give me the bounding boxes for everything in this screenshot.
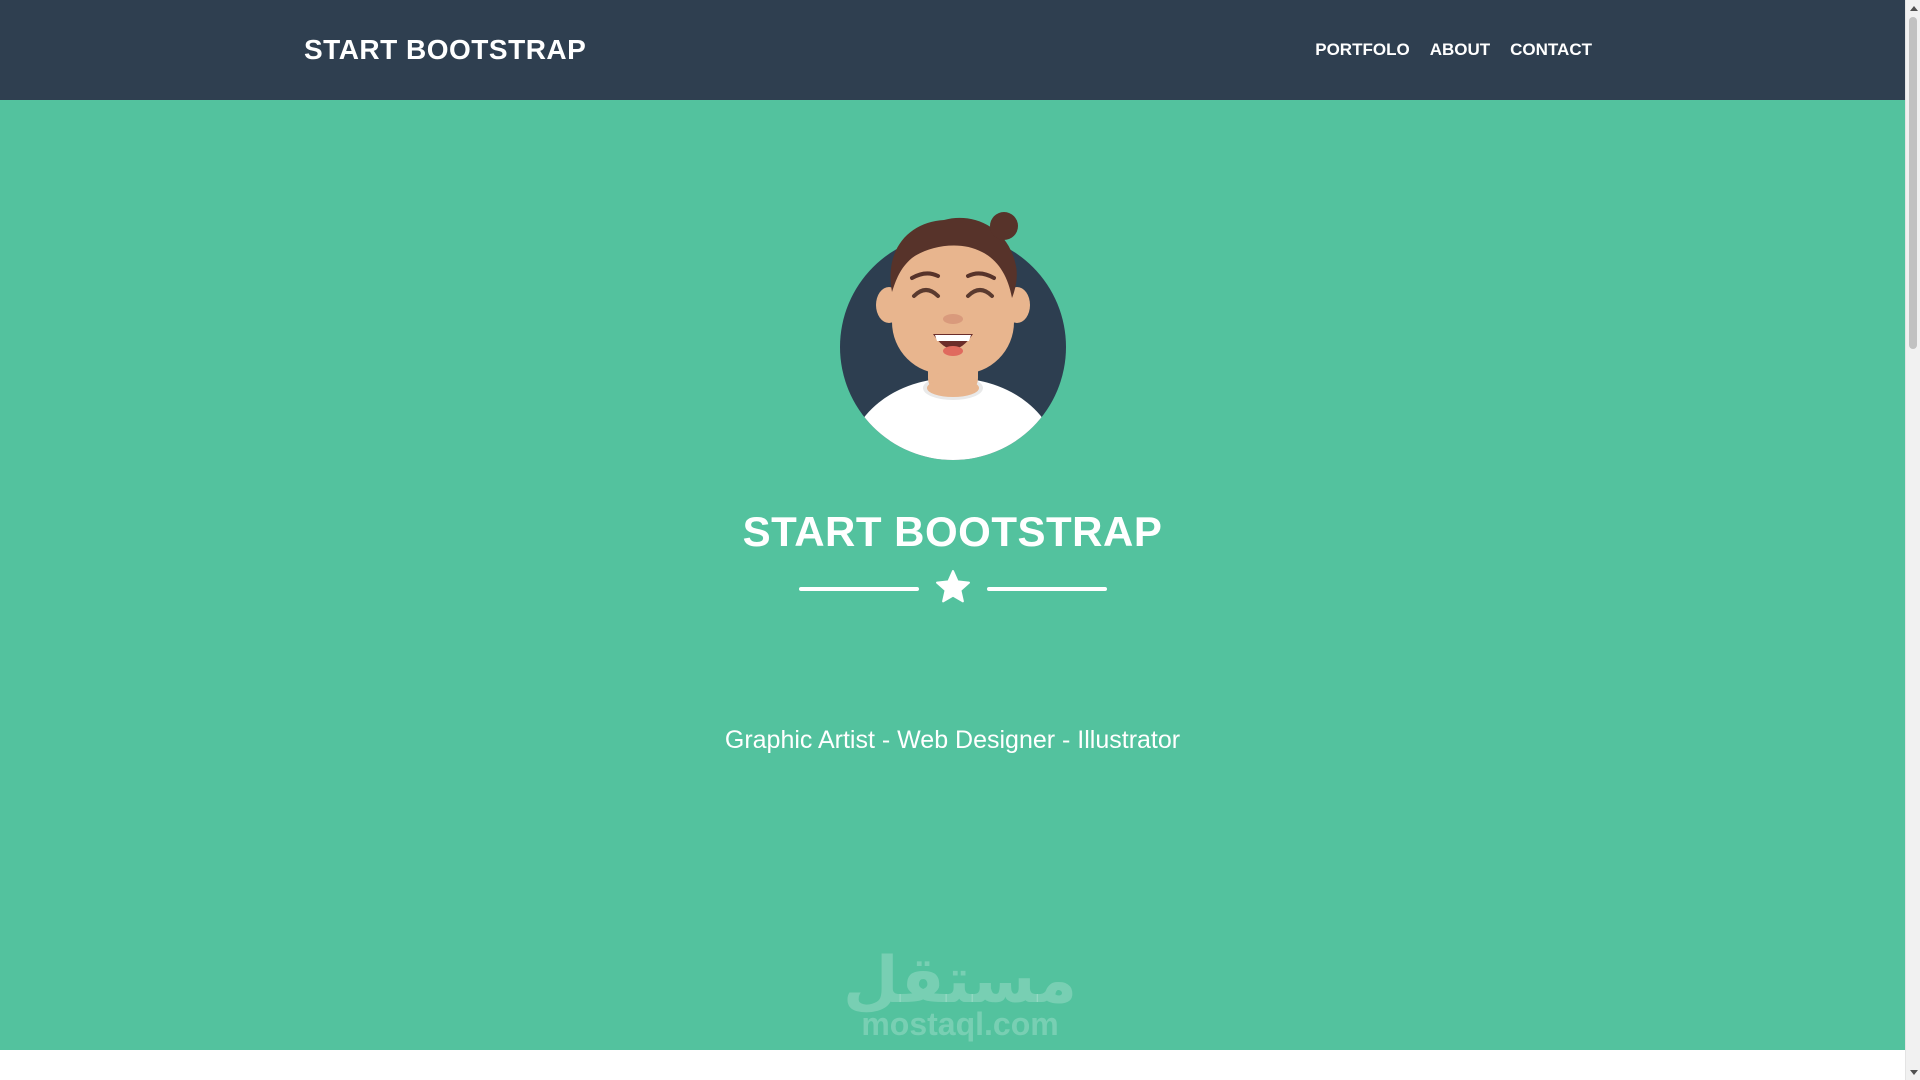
page: START BOOTSTRAP PORTFOLO ABOUT CONTACT S… (0, 0, 1920, 1080)
scrollbar-thumb[interactable] (1909, 17, 1917, 349)
nav-link-contact[interactable]: CONTACT (1510, 40, 1592, 60)
vertical-scrollbar[interactable] (1905, 0, 1920, 1080)
star-icon (936, 570, 970, 603)
hero-title: START BOOTSTRAP (742, 508, 1163, 555)
nav-link-about[interactable]: ABOUT (1430, 40, 1490, 60)
navbar-brand[interactable]: START BOOTSTRAP (304, 34, 586, 66)
star-divider (798, 569, 1108, 609)
navbar: START BOOTSTRAP PORTFOLO ABOUT CONTACT (0, 0, 1905, 100)
scroll-up-arrow-icon[interactable] (1906, 0, 1920, 15)
nav-link-portfolio[interactable]: PORTFOLO (1315, 40, 1409, 60)
nav-links: PORTFOLO ABOUT CONTACT (1315, 40, 1592, 60)
divider-line-right (987, 587, 1107, 591)
lower-section (0, 1050, 1905, 1080)
hero-subtitle: Graphic Artist - Web Designer - Illustra… (724, 726, 1181, 754)
avatar-icon (840, 212, 1066, 460)
hero-section: START BOOTSTRAP Graphic Artist - Web Des… (0, 100, 1905, 1050)
divider-line-left (799, 587, 919, 591)
scroll-down-arrow-icon[interactable] (1906, 1065, 1920, 1080)
